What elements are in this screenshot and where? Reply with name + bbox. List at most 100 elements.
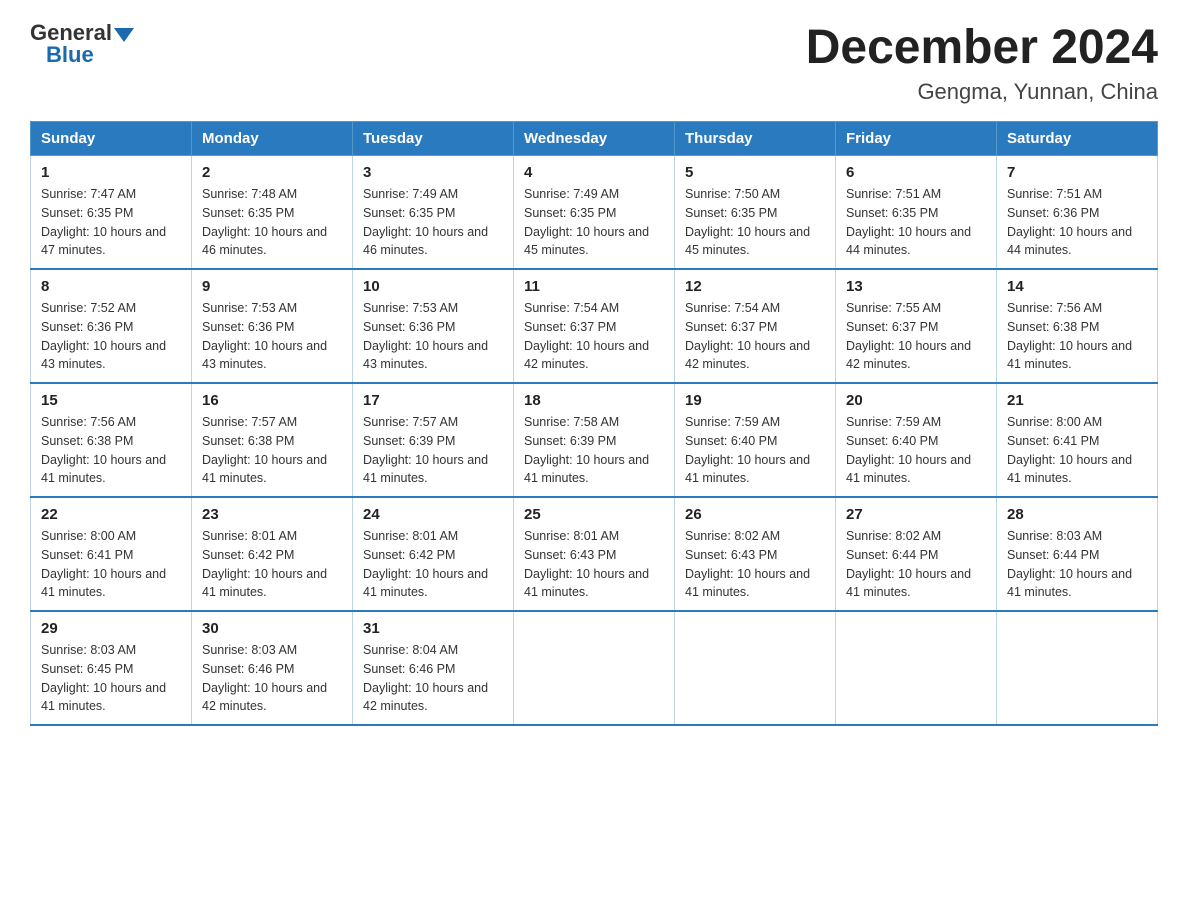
day-info: Sunrise: 7:47 AMSunset: 6:35 PMDaylight:… xyxy=(41,185,181,260)
day-info: Sunrise: 7:59 AMSunset: 6:40 PMDaylight:… xyxy=(846,413,986,488)
day-info: Sunrise: 7:58 AMSunset: 6:39 PMDaylight:… xyxy=(524,413,664,488)
calendar-cell: 13Sunrise: 7:55 AMSunset: 6:37 PMDayligh… xyxy=(836,269,997,383)
day-info: Sunrise: 7:59 AMSunset: 6:40 PMDaylight:… xyxy=(685,413,825,488)
day-number: 15 xyxy=(41,392,181,409)
calendar-cell: 27 Sunrise: 8:02 AMSunset: 6:44 PMDayligh… xyxy=(836,497,997,611)
day-info: Sunrise: 8:03 AMSunset: 6:44 PMDaylight:… xyxy=(1007,527,1147,602)
day-number: 18 xyxy=(524,392,664,409)
page-title: December 2024 xyxy=(806,20,1158,75)
calendar-cell: 10Sunrise: 7:53 AMSunset: 6:36 PMDayligh… xyxy=(353,269,514,383)
day-number: 23 xyxy=(202,506,342,523)
day-number: 22 xyxy=(41,506,181,523)
logo: General Blue xyxy=(30,20,134,68)
calendar-cell: 8Sunrise: 7:52 AMSunset: 6:36 PMDaylight… xyxy=(31,269,192,383)
day-header-thursday: Thursday xyxy=(675,122,836,156)
day-info: Sunrise: 7:54 AMSunset: 6:37 PMDaylight:… xyxy=(685,299,825,374)
calendar-cell xyxy=(514,611,675,725)
day-number: 9 xyxy=(202,278,342,295)
calendar-week-5: 29 Sunrise: 8:03 AMSunset: 6:45 PMDayligh… xyxy=(31,611,1158,725)
calendar-cell: 2Sunrise: 7:48 AMSunset: 6:35 PMDaylight… xyxy=(192,156,353,270)
day-info: Sunrise: 8:02 AMSunset: 6:43 PMDaylight:… xyxy=(685,527,825,602)
calendar-header-row: SundayMondayTuesdayWednesdayThursdayFrid… xyxy=(31,122,1158,156)
day-info: Sunrise: 7:53 AMSunset: 6:36 PMDaylight:… xyxy=(202,299,342,374)
day-info: Sunrise: 7:49 AMSunset: 6:35 PMDaylight:… xyxy=(363,185,503,260)
day-info: Sunrise: 7:50 AMSunset: 6:35 PMDaylight:… xyxy=(685,185,825,260)
day-number: 20 xyxy=(846,392,986,409)
day-number: 28 xyxy=(1007,506,1147,523)
day-number: 29 xyxy=(41,620,181,637)
calendar-cell xyxy=(997,611,1158,725)
day-number: 5 xyxy=(685,164,825,181)
calendar-table: SundayMondayTuesdayWednesdayThursdayFrid… xyxy=(30,121,1158,726)
calendar-cell: 28 Sunrise: 8:03 AMSunset: 6:44 PMDayligh… xyxy=(997,497,1158,611)
day-info: Sunrise: 7:52 AMSunset: 6:36 PMDaylight:… xyxy=(41,299,181,374)
day-info: Sunrise: 7:53 AMSunset: 6:36 PMDaylight:… xyxy=(363,299,503,374)
day-info: Sunrise: 8:01 AMSunset: 6:42 PMDaylight:… xyxy=(202,527,342,602)
day-info: Sunrise: 7:51 AMSunset: 6:36 PMDaylight:… xyxy=(1007,185,1147,260)
day-number: 25 xyxy=(524,506,664,523)
day-number: 30 xyxy=(202,620,342,637)
calendar-cell xyxy=(836,611,997,725)
calendar-cell: 29 Sunrise: 8:03 AMSunset: 6:45 PMDayligh… xyxy=(31,611,192,725)
calendar-cell: 31 Sunrise: 8:04 AMSunset: 6:46 PMDayligh… xyxy=(353,611,514,725)
day-header-tuesday: Tuesday xyxy=(353,122,514,156)
day-info: Sunrise: 7:57 AMSunset: 6:38 PMDaylight:… xyxy=(202,413,342,488)
day-header-monday: Monday xyxy=(192,122,353,156)
day-info: Sunrise: 7:55 AMSunset: 6:37 PMDaylight:… xyxy=(846,299,986,374)
title-section: December 2024 Gengma, Yunnan, China xyxy=(806,20,1158,105)
logo-blue-text: Blue xyxy=(46,42,94,68)
calendar-cell: 5 Sunrise: 7:50 AMSunset: 6:35 PMDaylight… xyxy=(675,156,836,270)
calendar-cell: 6 Sunrise: 7:51 AMSunset: 6:35 PMDaylight… xyxy=(836,156,997,270)
day-number: 11 xyxy=(524,278,664,295)
day-header-saturday: Saturday xyxy=(997,122,1158,156)
calendar-cell: 18 Sunrise: 7:58 AMSunset: 6:39 PMDayligh… xyxy=(514,383,675,497)
day-info: Sunrise: 8:04 AMSunset: 6:46 PMDaylight:… xyxy=(363,641,503,716)
calendar-cell xyxy=(675,611,836,725)
day-number: 1 xyxy=(41,164,181,181)
calendar-cell: 12 Sunrise: 7:54 AMSunset: 6:37 PMDayligh… xyxy=(675,269,836,383)
day-info: Sunrise: 7:51 AMSunset: 6:35 PMDaylight:… xyxy=(846,185,986,260)
day-number: 26 xyxy=(685,506,825,523)
day-info: Sunrise: 8:03 AMSunset: 6:45 PMDaylight:… xyxy=(41,641,181,716)
day-info: Sunrise: 7:56 AMSunset: 6:38 PMDaylight:… xyxy=(1007,299,1147,374)
calendar-cell: 16 Sunrise: 7:57 AMSunset: 6:38 PMDayligh… xyxy=(192,383,353,497)
day-info: Sunrise: 7:49 AMSunset: 6:35 PMDaylight:… xyxy=(524,185,664,260)
calendar-cell: 21Sunrise: 8:00 AMSunset: 6:41 PMDayligh… xyxy=(997,383,1158,497)
day-number: 16 xyxy=(202,392,342,409)
day-info: Sunrise: 7:54 AMSunset: 6:37 PMDaylight:… xyxy=(524,299,664,374)
calendar-week-3: 15 Sunrise: 7:56 AMSunset: 6:38 PMDayligh… xyxy=(31,383,1158,497)
day-number: 4 xyxy=(524,164,664,181)
day-info: Sunrise: 8:01 AMSunset: 6:43 PMDaylight:… xyxy=(524,527,664,602)
day-header-sunday: Sunday xyxy=(31,122,192,156)
day-number: 31 xyxy=(363,620,503,637)
day-number: 19 xyxy=(685,392,825,409)
calendar-cell: 4 Sunrise: 7:49 AMSunset: 6:35 PMDaylight… xyxy=(514,156,675,270)
page-subtitle: Gengma, Yunnan, China xyxy=(806,79,1158,105)
calendar-cell: 1 Sunrise: 7:47 AMSunset: 6:35 PMDaylight… xyxy=(31,156,192,270)
day-info: Sunrise: 7:56 AMSunset: 6:38 PMDaylight:… xyxy=(41,413,181,488)
calendar-cell: 7Sunrise: 7:51 AMSunset: 6:36 PMDaylight… xyxy=(997,156,1158,270)
calendar-cell: 15 Sunrise: 7:56 AMSunset: 6:38 PMDayligh… xyxy=(31,383,192,497)
calendar-week-4: 22 Sunrise: 8:00 AMSunset: 6:41 PMDayligh… xyxy=(31,497,1158,611)
calendar-week-2: 8Sunrise: 7:52 AMSunset: 6:36 PMDaylight… xyxy=(31,269,1158,383)
calendar-cell: 24 Sunrise: 8:01 AMSunset: 6:42 PMDayligh… xyxy=(353,497,514,611)
calendar-cell: 19 Sunrise: 7:59 AMSunset: 6:40 PMDayligh… xyxy=(675,383,836,497)
calendar-cell: 23 Sunrise: 8:01 AMSunset: 6:42 PMDayligh… xyxy=(192,497,353,611)
day-info: Sunrise: 8:02 AMSunset: 6:44 PMDaylight:… xyxy=(846,527,986,602)
calendar-week-1: 1 Sunrise: 7:47 AMSunset: 6:35 PMDaylight… xyxy=(31,156,1158,270)
calendar-cell: 20 Sunrise: 7:59 AMSunset: 6:40 PMDayligh… xyxy=(836,383,997,497)
day-info: Sunrise: 8:01 AMSunset: 6:42 PMDaylight:… xyxy=(363,527,503,602)
calendar-cell: 14Sunrise: 7:56 AMSunset: 6:38 PMDayligh… xyxy=(997,269,1158,383)
calendar-cell: 9 Sunrise: 7:53 AMSunset: 6:36 PMDaylight… xyxy=(192,269,353,383)
day-number: 27 xyxy=(846,506,986,523)
day-number: 17 xyxy=(363,392,503,409)
day-number: 6 xyxy=(846,164,986,181)
day-info: Sunrise: 8:00 AMSunset: 6:41 PMDaylight:… xyxy=(41,527,181,602)
day-number: 24 xyxy=(363,506,503,523)
day-header-wednesday: Wednesday xyxy=(514,122,675,156)
day-number: 12 xyxy=(685,278,825,295)
calendar-cell: 26 Sunrise: 8:02 AMSunset: 6:43 PMDayligh… xyxy=(675,497,836,611)
calendar-cell: 30Sunrise: 8:03 AMSunset: 6:46 PMDayligh… xyxy=(192,611,353,725)
day-number: 2 xyxy=(202,164,342,181)
calendar-cell: 25 Sunrise: 8:01 AMSunset: 6:43 PMDayligh… xyxy=(514,497,675,611)
